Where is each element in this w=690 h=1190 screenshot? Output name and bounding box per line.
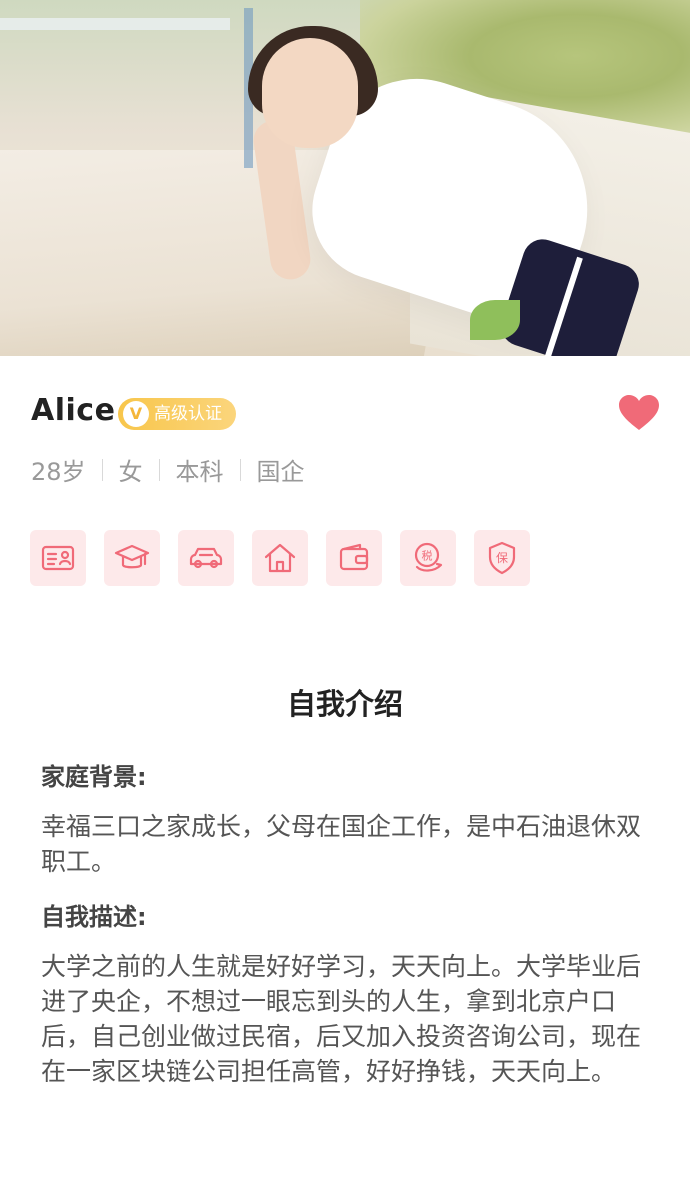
id-card-icon [41,545,75,571]
insurance-icon-glyph: 保 [496,551,508,565]
heart-icon[interactable] [618,394,660,432]
profile-photo[interactable] [0,0,690,356]
self-description-label: 自我描述: [41,903,147,931]
house-icon [264,543,296,573]
tax-icon: 税 [414,542,443,572]
car-verification-button[interactable] [178,530,234,586]
photo-rail [0,18,230,30]
car-icon [189,547,223,569]
insurance-verification-button[interactable]: 保 [474,530,530,586]
education-text: 本科 [175,458,224,486]
family-background-text: 幸福三口之家成长，父母在国企工作，是中石油退休双职工。 [41,812,642,876]
intro-title: 自我介绍 [286,687,403,721]
education-verification-button[interactable] [104,530,160,586]
profile-name: Alice [31,393,116,428]
profile-meta: 28岁 女 本科 国企 [31,452,305,487]
graduation-cap-icon [114,544,150,569]
tax-icon-glyph: 税 [422,549,433,563]
photo-face [262,38,358,148]
tax-verification-button[interactable]: 税 [400,530,456,586]
insurance-icon: 保 [488,541,516,575]
meta-divider [158,458,160,481]
photo-leaf [470,300,520,340]
income-verification-button[interactable] [326,530,382,586]
wallet-icon [339,543,369,571]
id-verification-button[interactable] [30,530,86,586]
premium-verified-badge: V 高级认证 [118,398,236,430]
meta-divider [101,458,103,481]
self-description-text: 大学之前的人生就是好好学习，天天向上。大学毕业后进了央企，不想过一眼忘到头的人生… [41,952,642,1086]
family-background-label: 家庭背景: [41,763,147,791]
meta-divider [239,458,241,481]
verification-icons: 税 保 [30,530,530,586]
verified-v-icon: V [123,401,149,427]
house-verification-button[interactable] [252,530,308,586]
gender-text: 女 [118,458,143,486]
badge-label: 高级认证 [154,404,222,424]
employer-text: 国企 [256,458,305,486]
age-text: 28岁 [31,458,86,486]
